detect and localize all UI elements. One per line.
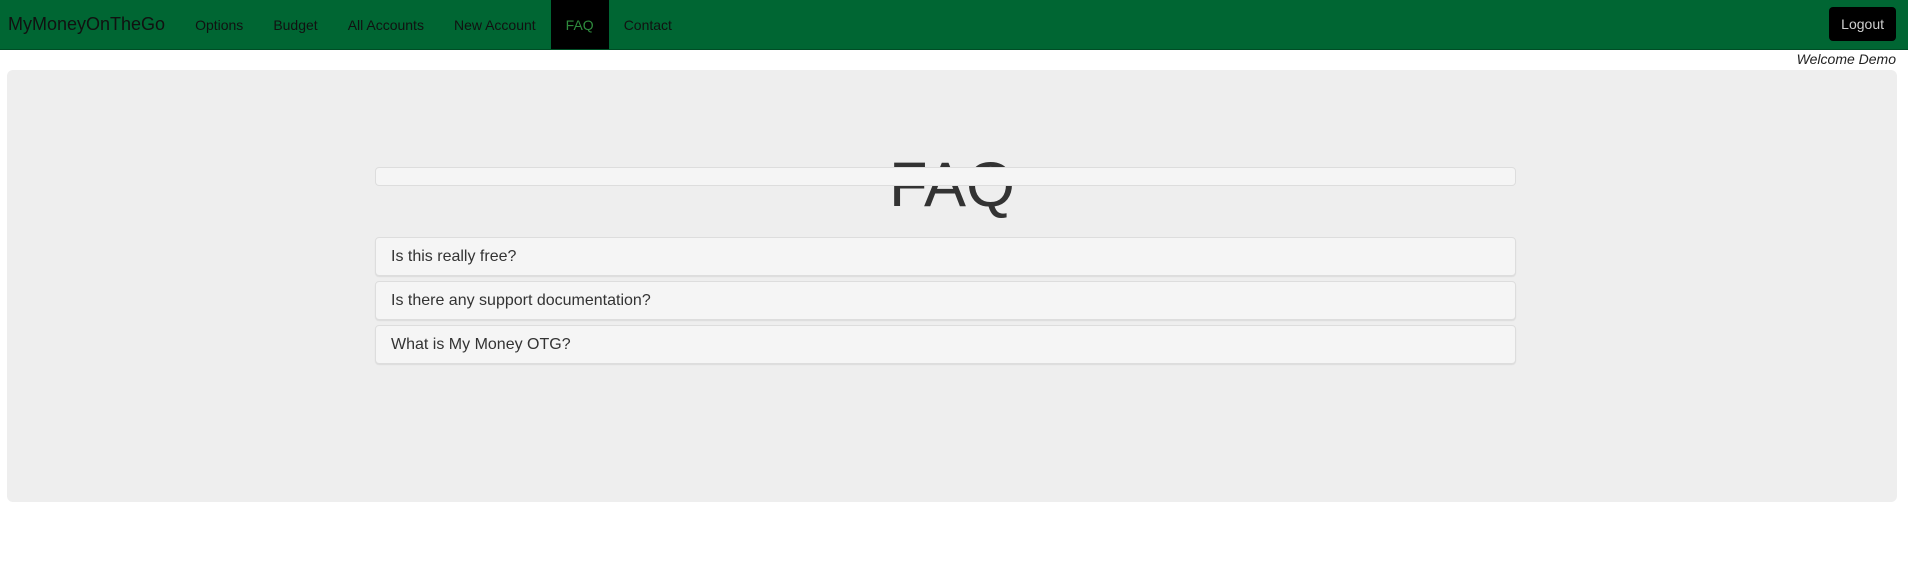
top-navbar: MyMoneyOnTheGo Options Budget All Accoun… bbox=[0, 0, 1908, 50]
faq-question-free[interactable]: Is this really free? bbox=[375, 237, 1516, 276]
nav-item-new-account[interactable]: New Account bbox=[439, 0, 551, 49]
welcome-message: Welcome Demo bbox=[1796, 51, 1896, 67]
faq-header-panel bbox=[375, 167, 1516, 186]
faq-question-support-docs[interactable]: Is there any support documentation? bbox=[375, 281, 1516, 320]
nav-item-faq[interactable]: FAQ bbox=[550, 0, 609, 49]
faq-question-what-is[interactable]: What is My Money OTG? bbox=[375, 325, 1516, 364]
brand-link[interactable]: MyMoneyOnTheGo bbox=[0, 0, 180, 49]
nav-item-budget[interactable]: Budget bbox=[258, 0, 332, 49]
faq-list: Is this really free? Is there any suppor… bbox=[375, 237, 1516, 369]
nav-item-options[interactable]: Options bbox=[180, 0, 258, 49]
nav-item-all-accounts[interactable]: All Accounts bbox=[333, 0, 439, 49]
logout-button[interactable]: Logout bbox=[1829, 7, 1896, 41]
nav-item-contact[interactable]: Contact bbox=[609, 0, 687, 49]
nav-menu: Options Budget All Accounts New Account … bbox=[180, 0, 687, 49]
